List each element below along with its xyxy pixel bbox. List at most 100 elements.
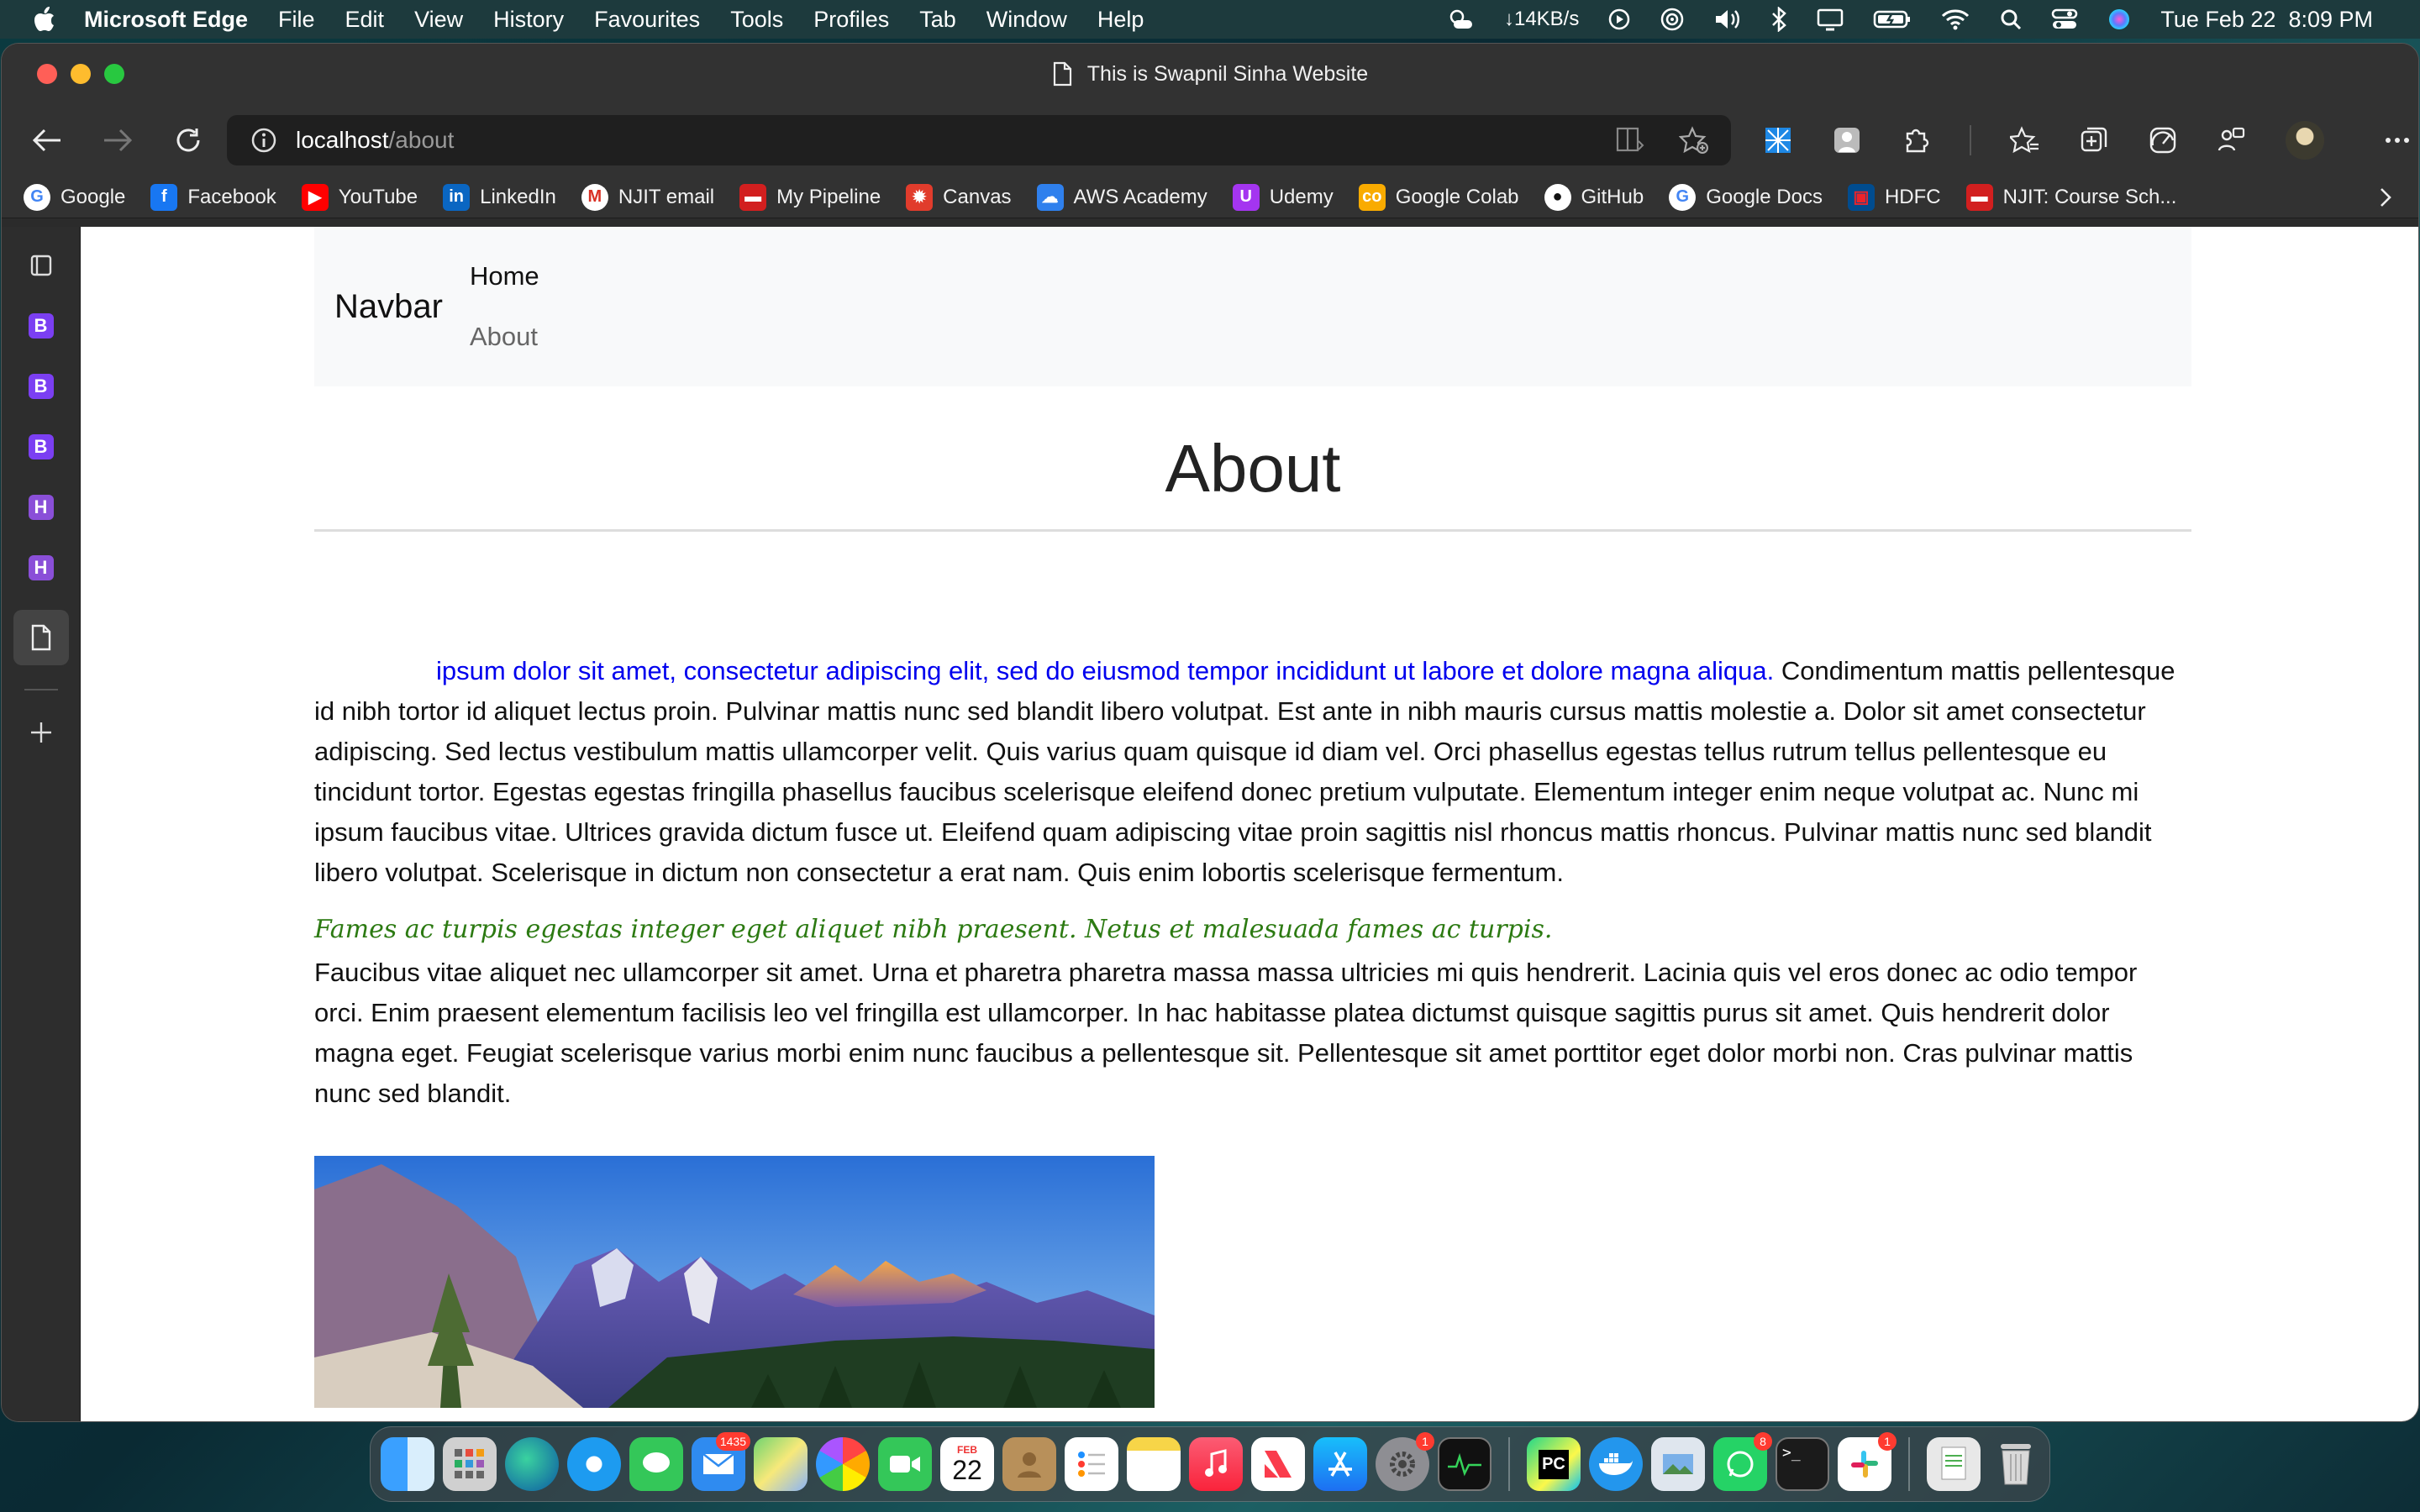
- preview-icon[interactable]: [1651, 1437, 1705, 1491]
- bookmark-label: Google: [60, 185, 126, 208]
- system-preferences-icon[interactable]: 1: [1376, 1432, 1434, 1491]
- bookmark-item-13[interactable]: ▬ NJIT: Course Sch...: [1965, 183, 2176, 211]
- pycharm-icon[interactable]: PC: [1527, 1437, 1581, 1491]
- more-options-icon[interactable]: [2385, 137, 2410, 144]
- address-bar[interactable]: localhost/about: [227, 115, 1731, 165]
- whatsapp-icon[interactable]: 8: [1713, 1432, 1772, 1491]
- profile-avatar[interactable]: [2286, 121, 2324, 160]
- info-icon[interactable]: [250, 127, 277, 154]
- immersive-reader-icon[interactable]: [1615, 126, 1645, 153]
- sidebar-tab-5[interactable]: H: [23, 549, 60, 586]
- mountain-illustration: [314, 1156, 1155, 1408]
- nav-link-about[interactable]: About: [470, 322, 539, 352]
- sidebar-tab-3[interactable]: B: [23, 428, 60, 465]
- menu-tools[interactable]: Tools: [730, 7, 783, 33]
- wifi-icon[interactable]: [1940, 8, 1970, 31]
- menu-app-name[interactable]: Microsoft Edge: [84, 7, 248, 33]
- sidebar-tab-active[interactable]: [13, 610, 69, 665]
- favourites-icon[interactable]: [2010, 126, 2040, 155]
- bluetooth-icon[interactable]: [1770, 7, 1787, 32]
- sidebar-tab-4[interactable]: H: [23, 489, 60, 526]
- slack-icon[interactable]: 1: [1838, 1432, 1897, 1491]
- bookmark-item-2[interactable]: ▶ YouTube: [301, 183, 418, 211]
- bookmark-item-9[interactable]: co Google Colab: [1358, 183, 1519, 211]
- menu-history[interactable]: History: [493, 7, 564, 33]
- airdrop-icon[interactable]: [1660, 7, 1685, 32]
- menu-window[interactable]: Window: [986, 7, 1067, 33]
- menu-view[interactable]: View: [414, 7, 463, 33]
- launchpad-icon[interactable]: [443, 1437, 497, 1491]
- messages-icon[interactable]: [629, 1437, 683, 1491]
- calendar-icon[interactable]: FEB 22: [940, 1437, 994, 1491]
- menu-file[interactable]: File: [278, 7, 315, 33]
- menu-tab[interactable]: Tab: [919, 7, 956, 33]
- activity-monitor-icon[interactable]: [1438, 1437, 1491, 1491]
- menu-favourites[interactable]: Favourites: [594, 7, 700, 33]
- collections-icon[interactable]: [2079, 125, 2109, 155]
- bookmark-item-1[interactable]: f Facebook: [150, 183, 276, 211]
- nav-link-home[interactable]: Home: [470, 261, 539, 291]
- music-icon[interactable]: [1189, 1437, 1243, 1491]
- volume-icon[interactable]: [1713, 8, 1742, 31]
- bookmark-item-6[interactable]: ✹ Canvas: [906, 183, 1012, 211]
- photos-icon[interactable]: [816, 1437, 870, 1491]
- downloads-stack-icon[interactable]: [1927, 1437, 1981, 1491]
- reload-button[interactable]: [163, 115, 213, 165]
- performance-icon[interactable]: [2148, 125, 2178, 155]
- weather-icon[interactable]: [1445, 7, 1476, 32]
- facetime-icon[interactable]: [878, 1437, 932, 1491]
- menu-help[interactable]: Help: [1097, 7, 1144, 33]
- bookmark-item-4[interactable]: M NJIT email: [581, 183, 714, 211]
- bookmark-item-8[interactable]: U Udemy: [1232, 183, 1334, 211]
- maps-icon[interactable]: [754, 1437, 808, 1491]
- news-icon[interactable]: [1251, 1437, 1305, 1491]
- sidebar-tab-2[interactable]: B: [23, 368, 60, 405]
- contacts-icon[interactable]: [1002, 1437, 1056, 1491]
- menu-edit[interactable]: Edit: [345, 7, 385, 33]
- bookmark-item-12[interactable]: ▣ HDFC: [1847, 183, 1941, 211]
- back-button[interactable]: [22, 115, 72, 165]
- bookmark-item-0[interactable]: G Google: [24, 183, 126, 211]
- terminal-icon[interactable]: >_: [1776, 1437, 1829, 1491]
- reminders-icon[interactable]: [1065, 1437, 1118, 1491]
- udemy-icon: U: [1232, 183, 1260, 211]
- extensions-puzzle-icon[interactable]: [1901, 125, 1931, 155]
- display-icon[interactable]: [1816, 8, 1844, 31]
- new-tab-button[interactable]: [23, 714, 60, 751]
- intro-body-text: Condimentum mattis pellentesque id nibh …: [314, 656, 2175, 887]
- control-center-icon[interactable]: [2051, 8, 2078, 31]
- siri-icon[interactable]: [2107, 7, 2132, 32]
- spotlight-search-icon[interactable]: [1999, 8, 2023, 31]
- extension-blue-icon[interactable]: [1763, 125, 1793, 155]
- bookmark-item-11[interactable]: G Google Docs: [1669, 183, 1823, 211]
- bookmark-item-3[interactable]: in LinkedIn: [443, 183, 556, 211]
- finder-icon[interactable]: [381, 1437, 434, 1491]
- network-speed[interactable]: ↓14KB/s: [1504, 8, 1579, 31]
- battery-icon[interactable]: [1873, 9, 1912, 29]
- extension-profile-icon[interactable]: [1832, 125, 1862, 155]
- share-people-icon[interactable]: [2217, 125, 2247, 155]
- sidebar-tab-actions[interactable]: [23, 247, 60, 284]
- bookmark-item-5[interactable]: ▬ My Pipeline: [739, 183, 881, 211]
- menu-profiles[interactable]: Profiles: [813, 7, 889, 33]
- chevron-right-icon[interactable]: [2378, 186, 2393, 209]
- bookmark-item-7[interactable]: ☁ AWS Academy: [1036, 183, 1207, 211]
- whatsapp-badge: 8: [1754, 1432, 1772, 1451]
- sidebar-tab-1[interactable]: B: [23, 307, 60, 344]
- forward-button[interactable]: [92, 115, 143, 165]
- play-circle-icon[interactable]: [1607, 8, 1631, 31]
- menubar-clock[interactable]: Tue Feb 22 8:09 PM: [2160, 7, 2373, 33]
- safari-icon[interactable]: [567, 1437, 621, 1491]
- window-titlebar: This is Swapnil Sinha Website: [2, 44, 2418, 104]
- notes-icon[interactable]: [1127, 1437, 1181, 1491]
- add-favourite-icon[interactable]: [1679, 126, 1709, 155]
- apple-icon[interactable]: [34, 7, 55, 32]
- app-store-icon[interactable]: [1313, 1437, 1367, 1491]
- active-tab[interactable]: This is Swapnil Sinha Website: [2, 44, 2418, 104]
- mail-icon[interactable]: 1435: [692, 1432, 750, 1491]
- edge-icon[interactable]: [505, 1437, 559, 1491]
- bookmark-item-10[interactable]: ● GitHub: [1544, 183, 1644, 211]
- docker-icon[interactable]: [1589, 1437, 1643, 1491]
- trash-icon[interactable]: [1989, 1437, 2043, 1491]
- navbar-brand[interactable]: Navbar: [334, 288, 443, 326]
